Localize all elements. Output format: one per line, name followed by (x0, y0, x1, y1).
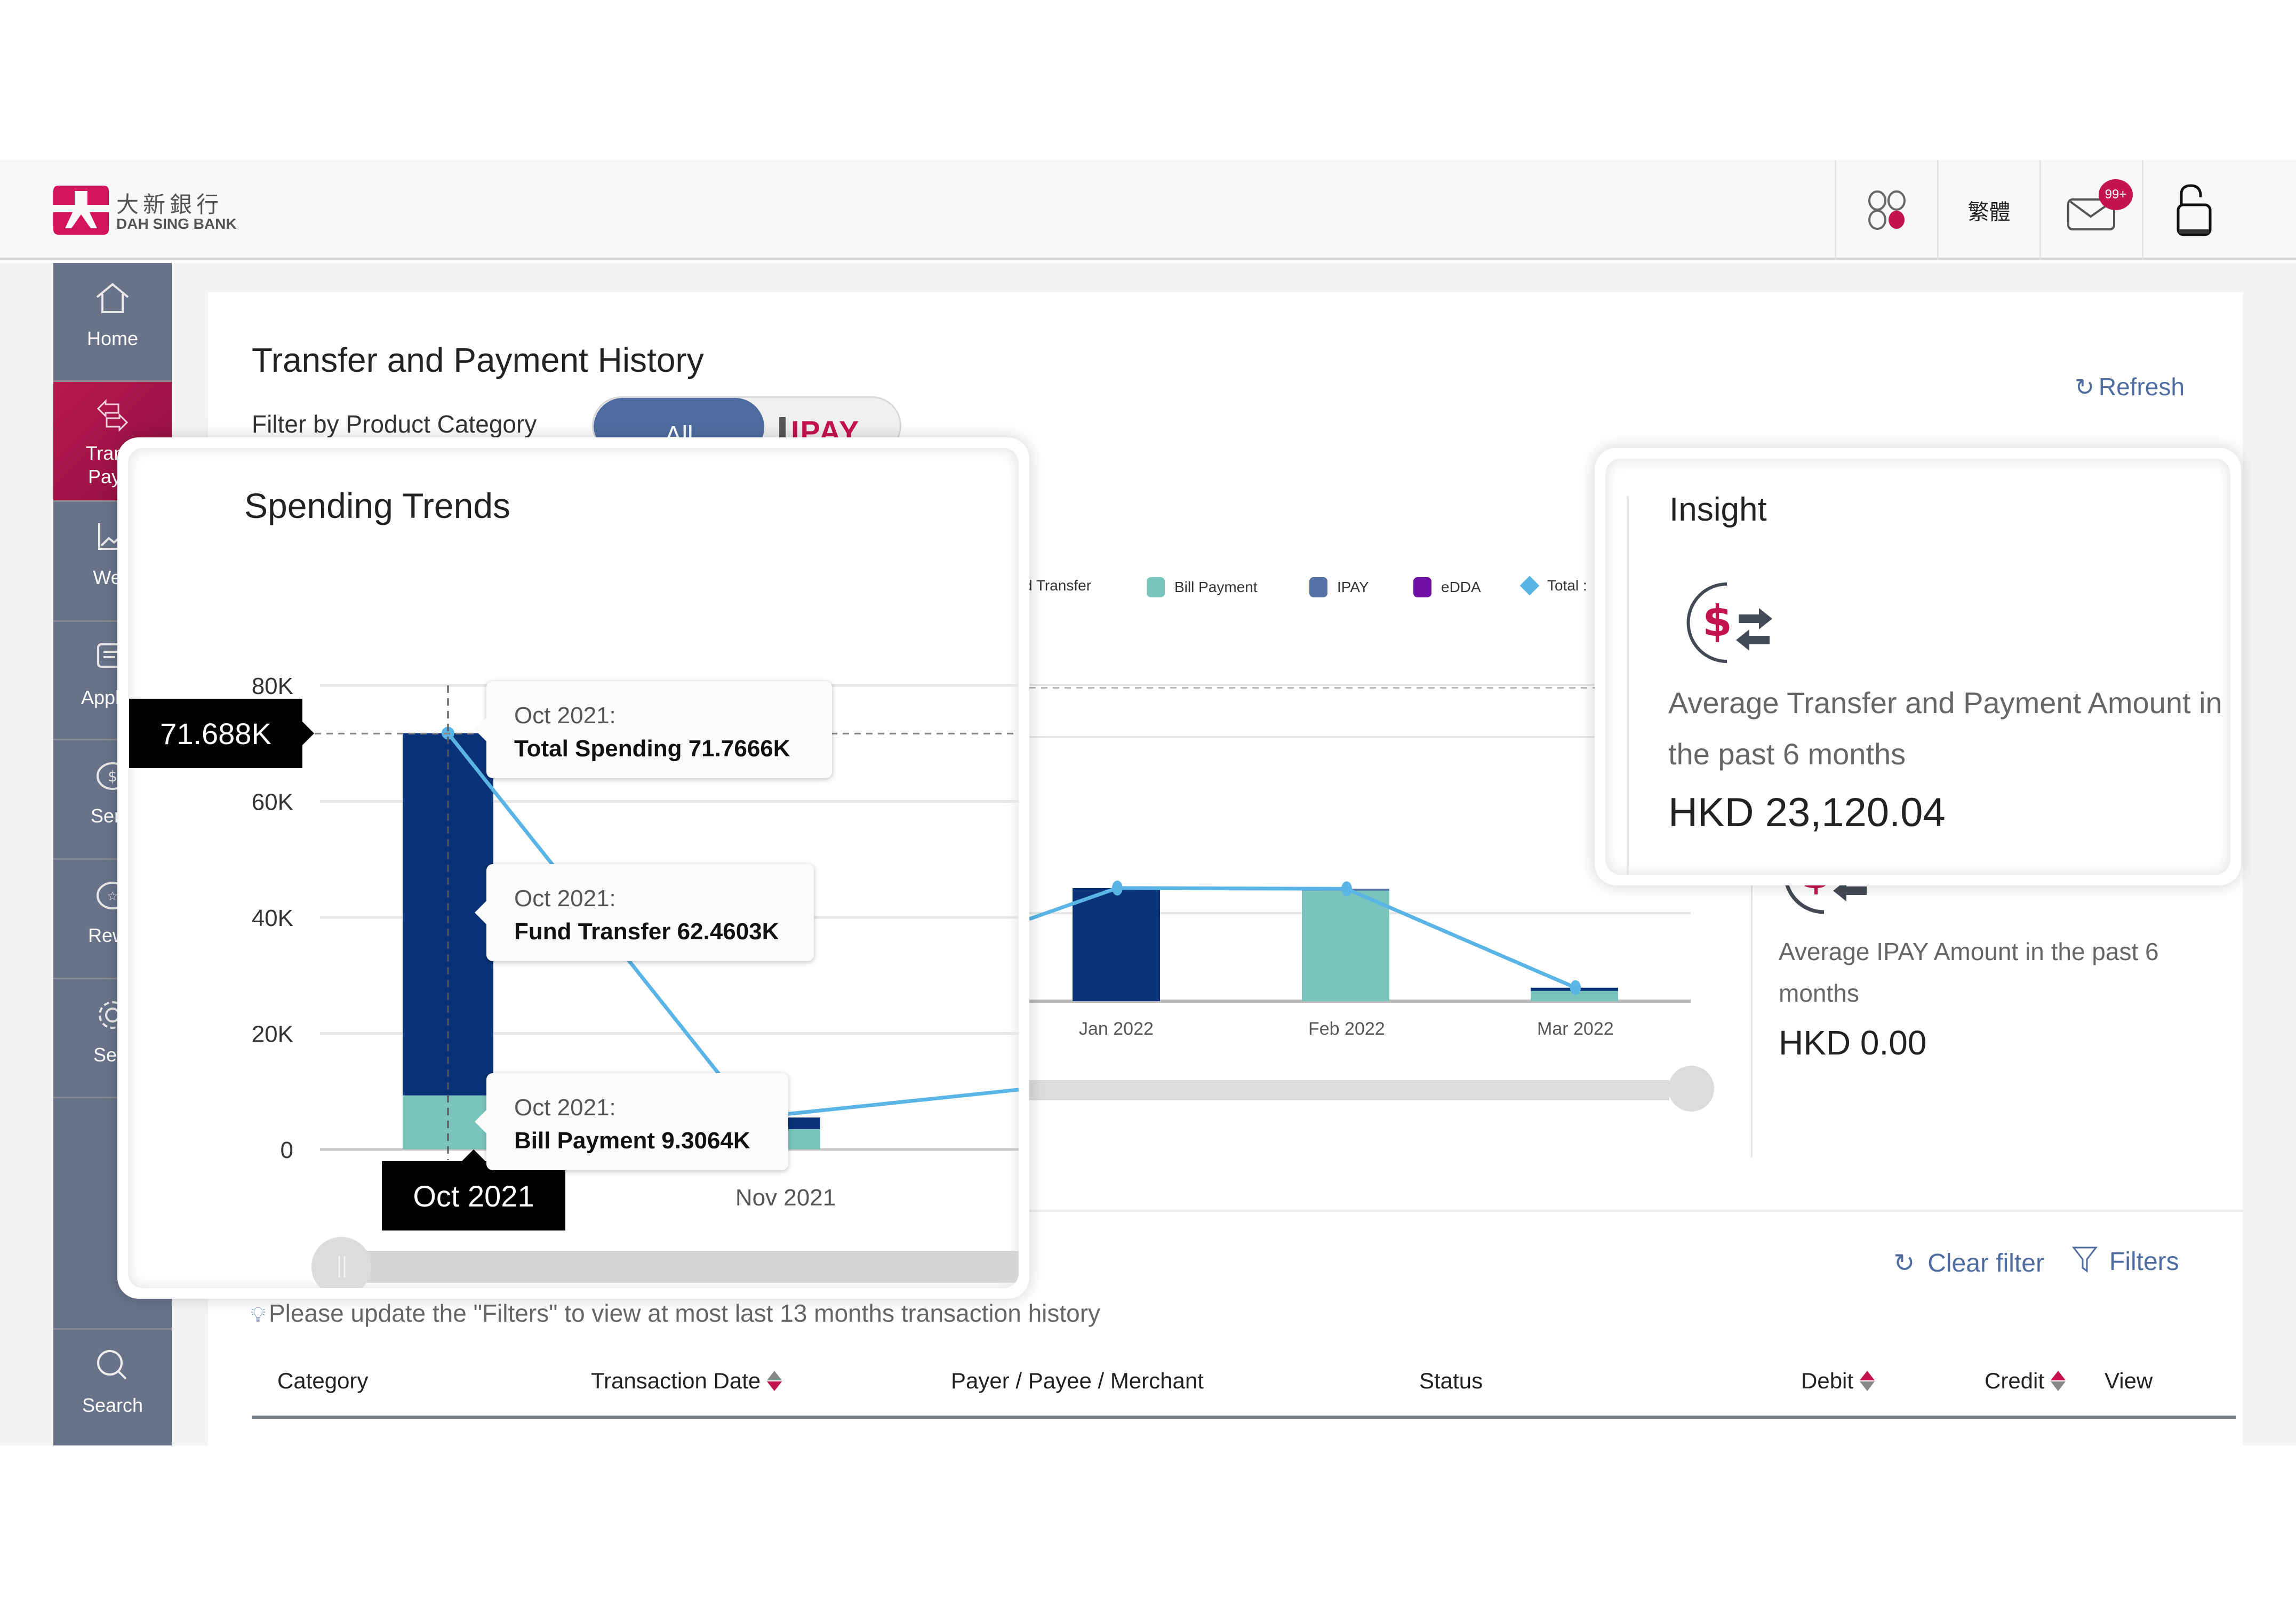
transfer-arrows-icon (53, 399, 172, 442)
language-button[interactable]: 繁體 (1937, 160, 2039, 260)
y-tick-label: 20K (252, 1021, 293, 1048)
bank-name-english: DAH SING BANK (116, 215, 237, 232)
top-header: 大新銀行 DAH SING BANK 繁體 99+ (0, 160, 2296, 260)
x-tick-label: Nov 2021 (735, 1185, 836, 1211)
svg-text:$: $ (1702, 596, 1732, 646)
divider (1627, 496, 1629, 875)
sidebar-item-label: Search (82, 1394, 143, 1416)
apps-button[interactable] (1835, 160, 1937, 260)
legend-swatch (1147, 577, 1165, 597)
legend-swatch (1309, 577, 1327, 597)
insight-description: Average Transfer and Payment Amount in t… (1668, 686, 2222, 771)
refresh-icon: ↻ (1893, 1249, 1915, 1277)
lightbulb-icon: 💡︎ (251, 1303, 266, 1327)
crosshair-line (1029, 687, 1595, 689)
ipay-insight-description: Average IPAY Amount in the past 6 months (1779, 938, 2159, 1007)
x-tick-label: Mar 2022 (1537, 1019, 1614, 1039)
language-label: 繁體 (1967, 200, 2011, 225)
y-tick-label: 60K (252, 789, 293, 816)
insight-title: Insight (1669, 491, 1767, 528)
legend-swatch (1519, 576, 1540, 596)
column-header-credit[interactable]: Credit (1985, 1368, 2066, 1394)
mail-badge: 99+ (2099, 179, 2133, 210)
y-tick-label: 0 (281, 1137, 293, 1163)
sidebar-item-label: Home (86, 327, 139, 349)
mailbox-button[interactable]: 99+ (2039, 160, 2142, 260)
tooltip-bill-payment: Oct 2021: Bill Payment 9.3064K (475, 1073, 788, 1170)
sort-icon[interactable] (1860, 1371, 1875, 1391)
bank-name-chinese: 大新銀行 (116, 191, 223, 218)
apps-grid-icon (1868, 190, 1906, 230)
dollar-transfer-icon: $ (1668, 571, 1791, 677)
column-header-view: View (2105, 1368, 2153, 1393)
clear-filter-button[interactable]: ↻ Clear filter (1893, 1248, 2044, 1278)
funnel-icon (2071, 1247, 2098, 1273)
column-header-category: Category (277, 1368, 369, 1393)
insight-popup: Insight $ Average Transfer and Payment A… (1595, 448, 2241, 885)
chart-range-slider (341, 1251, 1019, 1283)
y-tick-label: 40K (252, 905, 293, 931)
point-total-spending (1341, 881, 1352, 897)
svg-text:$: $ (108, 768, 117, 785)
filters-button[interactable]: Filters (2071, 1245, 2179, 1276)
home-icon (53, 280, 172, 323)
tooltip-total-spending: Oct 2021: Total Spending 71.7666K (475, 681, 832, 778)
refresh-button[interactable]: ↻ Refresh (2075, 372, 2185, 401)
legend-item-bill-payment[interactable]: Bill Payment (1147, 577, 1258, 597)
sort-icon[interactable] (767, 1371, 782, 1391)
y-tick-label: 80K (252, 673, 293, 699)
x-tick-label: Jan 2022 (1079, 1019, 1154, 1039)
bar-bill-payment (1302, 890, 1389, 1001)
dah-sing-logo-icon (53, 186, 109, 235)
point-total-spending (1112, 880, 1123, 896)
slider-right-handle[interactable] (1668, 1066, 1714, 1112)
gridline (1029, 736, 1691, 738)
filter-label: Filter by Product Category (252, 410, 537, 438)
divider (1751, 875, 1753, 1157)
tooltip-fund-transfer: Oct 2021: Fund Transfer 62.4603K (475, 864, 814, 961)
legend-item-edda[interactable]: eDDA (1413, 577, 1481, 597)
search-icon (53, 1347, 172, 1389)
column-header-transaction-date[interactable]: Transaction Date (591, 1368, 782, 1394)
x-tick-label: Feb 2022 (1308, 1019, 1385, 1039)
sidebar-item-home[interactable]: Home (53, 263, 172, 382)
slider-left-handle (311, 1237, 371, 1288)
unlock-icon (2177, 184, 2211, 236)
table-header-rule (252, 1416, 2236, 1419)
insight-amount: HKD 23,120.04 (1668, 790, 1946, 835)
y-crosshair-label: 71.688K (129, 699, 314, 768)
legend-item-total[interactable]: Total : (1519, 576, 1587, 596)
point-total-spending (1570, 980, 1581, 995)
insight-panel: Insight $ Average Transfer and Payment A… (1605, 459, 2230, 875)
logout-button[interactable] (2142, 160, 2244, 260)
svg-text:☆: ☆ (107, 889, 118, 904)
filter-hint: 💡︎ Please update the "Filters" to view at… (251, 1299, 1101, 1327)
ipay-insight-amount: HKD 0.00 (1779, 1024, 1927, 1062)
gridline (1029, 684, 1691, 686)
legend-item-fund-transfer[interactable]: d Transfer (1024, 577, 1091, 594)
underlying-chart-marks (1029, 880, 1618, 1001)
legend-swatch (1413, 577, 1431, 597)
bank-logo[interactable]: 大新銀行 DAH SING BANK (53, 186, 267, 239)
sort-icon[interactable] (2051, 1371, 2066, 1391)
chart-range-slider[interactable] (1029, 1080, 1669, 1100)
sidebar-item-search[interactable]: Search (53, 1328, 172, 1445)
column-header-payer-payee-merchant: Payer / Payee / Merchant (951, 1368, 1204, 1393)
column-header-status: Status (1419, 1368, 1483, 1393)
bar-fund-transfer (1073, 888, 1160, 1001)
column-header-debit[interactable]: Debit (1801, 1368, 1875, 1394)
refresh-icon: ↻ (2075, 374, 2094, 401)
legend-item-ipay[interactable]: IPAY (1309, 577, 1369, 597)
page-title: Transfer and Payment History (252, 341, 704, 379)
x-crosshair-label: Oct 2021 (382, 1149, 565, 1231)
